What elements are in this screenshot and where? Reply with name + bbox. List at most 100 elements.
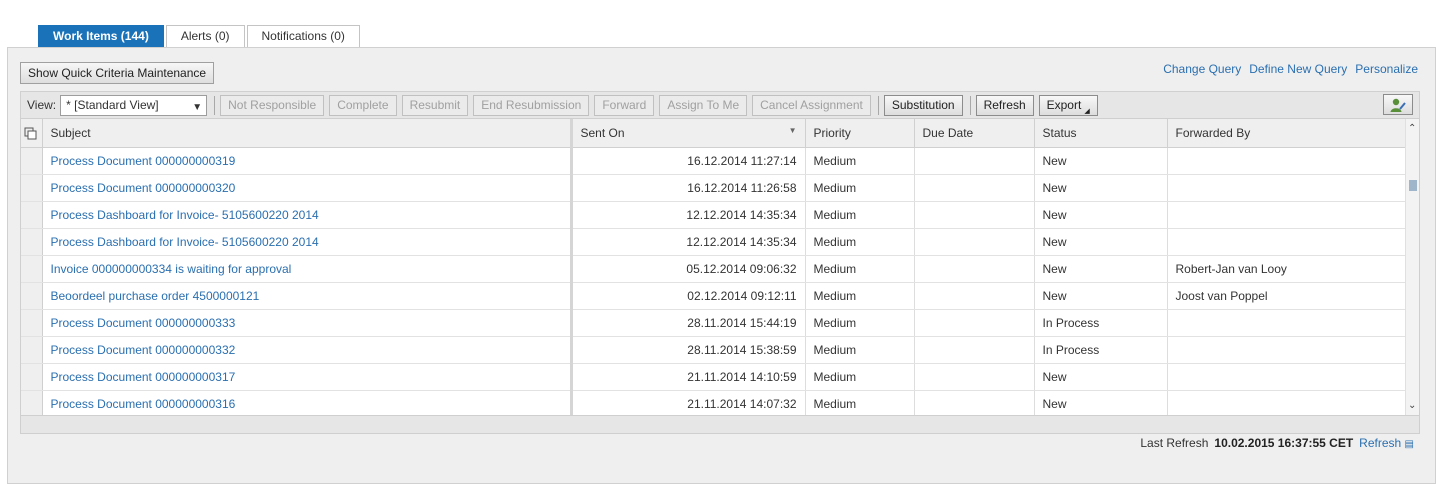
table-row[interactable]: Process Document 000000000333 28.11.2014 … xyxy=(21,309,1407,337)
cell-due-date xyxy=(914,228,1035,256)
row-selector[interactable] xyxy=(21,228,43,256)
cell-status: New xyxy=(1034,147,1168,175)
not-responsible-button[interactable]: Not Responsible xyxy=(220,94,325,116)
row-selector[interactable] xyxy=(21,336,43,364)
cell-status: New xyxy=(1034,390,1168,415)
assign-to-me-button[interactable]: Assign To Me xyxy=(659,94,748,116)
export-button[interactable]: Export ◢ xyxy=(1038,94,1098,116)
refresh-button[interactable]: Refresh xyxy=(975,94,1034,116)
refresh-link-label: Refresh xyxy=(1359,436,1402,450)
cell-sent-on: 16.12.2014 11:27:14 xyxy=(571,147,806,175)
table-row[interactable]: Process Document 000000000316 21.11.2014 … xyxy=(21,390,1407,415)
table-row[interactable]: Invoice 000000000334 is waiting for appr… xyxy=(21,255,1407,283)
row-selector[interactable] xyxy=(21,363,43,391)
row-selector[interactable] xyxy=(21,147,43,175)
row-selector[interactable] xyxy=(21,309,43,337)
table-row[interactable]: Beoordeel purchase order 4500000121 02.12… xyxy=(21,282,1407,310)
table-row[interactable]: Process Document 000000000317 21.11.2014 … xyxy=(21,363,1407,391)
cell-forwarded-by xyxy=(1167,228,1407,256)
cell-priority: Medium xyxy=(805,390,915,415)
personalize-person-icon[interactable] xyxy=(1383,94,1413,115)
cell-priority: Medium xyxy=(805,309,915,337)
column-header-forwarded-by[interactable]: Forwarded By xyxy=(1167,119,1407,148)
table-row[interactable]: Process Document 000000000332 28.11.2014 … xyxy=(21,336,1407,364)
cell-sent-on: 02.12.2014 09:12:11 xyxy=(571,282,806,310)
cell-sent-on: 28.11.2014 15:44:19 xyxy=(571,309,806,337)
change-query-link[interactable]: Change Query xyxy=(1163,62,1241,76)
cell-subject[interactable]: Process Document 000000000332 xyxy=(42,336,573,364)
forward-button[interactable]: Forward xyxy=(594,94,655,116)
cell-forwarded-by: Robert-Jan van Looy xyxy=(1167,255,1407,283)
scroll-down-icon[interactable]: ⌄ xyxy=(1408,400,1416,411)
row-selector[interactable] xyxy=(21,201,43,229)
cell-subject[interactable]: Process Dashboard for Invoice- 510560022… xyxy=(42,228,573,256)
cell-status: New xyxy=(1034,255,1168,283)
cell-due-date xyxy=(914,390,1035,415)
show-quick-criteria-button[interactable]: Show Quick Criteria Maintenance xyxy=(20,62,215,84)
column-header-status[interactable]: Status xyxy=(1034,119,1168,148)
resubmit-button[interactable]: Resubmit xyxy=(401,94,469,116)
cell-subject[interactable]: Process Document 000000000316 xyxy=(42,390,573,415)
cell-subject[interactable]: Process Dashboard for Invoice- 510560022… xyxy=(42,201,573,229)
cell-status: New xyxy=(1034,282,1168,310)
query-links: Change Query Define New Query Personaliz… xyxy=(1163,62,1418,76)
export-menu-icon: ◢ xyxy=(1084,107,1090,115)
vertical-scrollbar[interactable]: ⌃ ⌄ xyxy=(1405,119,1419,415)
cell-subject[interactable]: Process Document 000000000333 xyxy=(42,309,573,337)
cancel-assignment-button[interactable]: Cancel Assignment xyxy=(752,94,871,116)
cell-status: New xyxy=(1034,228,1168,256)
cell-forwarded-by xyxy=(1167,390,1407,415)
sort-descending-icon: ▼ xyxy=(788,125,797,135)
cell-subject[interactable]: Process Document 000000000320 xyxy=(42,174,573,202)
refresh-settings-icon[interactable]: ▤ xyxy=(1405,439,1414,450)
cell-subject[interactable]: Beoordeel purchase order 4500000121 xyxy=(42,282,573,310)
cell-sent-on: 21.11.2014 14:07:32 xyxy=(571,390,806,415)
cell-sent-on: 21.11.2014 14:10:59 xyxy=(571,363,806,391)
cell-priority: Medium xyxy=(805,228,915,256)
complete-button[interactable]: Complete xyxy=(329,94,397,116)
export-label: Export xyxy=(1046,97,1082,112)
refresh-link[interactable]: Refresh ▤ xyxy=(1359,436,1414,450)
tab-work-items[interactable]: Work Items (144) xyxy=(38,25,164,47)
last-refresh: Last Refresh 10.02.2015 16:37:55 CET Ref… xyxy=(1140,436,1414,450)
cell-subject[interactable]: Process Document 000000000317 xyxy=(42,363,573,391)
table-row[interactable]: Process Dashboard for Invoice- 510560022… xyxy=(21,201,1407,229)
column-header-priority[interactable]: Priority xyxy=(805,119,915,148)
row-selector[interactable] xyxy=(21,174,43,202)
end-resubmission-button[interactable]: End Resubmission xyxy=(473,94,590,116)
cell-forwarded-by: Joost van Poppel xyxy=(1167,282,1407,310)
scrollbar-thumb[interactable] xyxy=(1409,180,1417,191)
scroll-up-icon[interactable]: ⌃ xyxy=(1408,123,1416,134)
last-refresh-label: Last Refresh xyxy=(1140,436,1209,450)
column-header-sent-on[interactable]: Sent On ▼ xyxy=(571,119,806,148)
cell-sent-on: 12.12.2014 14:35:34 xyxy=(571,228,806,256)
column-select-icon[interactable] xyxy=(21,119,43,148)
tab-alerts[interactable]: Alerts (0) xyxy=(165,25,245,47)
table-row[interactable]: Process Dashboard for Invoice- 510560022… xyxy=(21,228,1407,256)
cell-subject[interactable]: Invoice 000000000334 is waiting for appr… xyxy=(42,255,573,283)
column-header-due-date[interactable]: Due Date xyxy=(914,119,1035,148)
table-row[interactable]: Process Document 000000000319 16.12.2014 … xyxy=(21,147,1407,175)
row-selector[interactable] xyxy=(21,282,43,310)
define-new-query-link[interactable]: Define New Query xyxy=(1249,62,1347,76)
toolbar-separator xyxy=(969,95,971,115)
cell-due-date xyxy=(914,174,1035,202)
tab-notifications[interactable]: Notifications (0) xyxy=(246,25,360,47)
cell-priority: Medium xyxy=(805,147,915,175)
substitution-button[interactable]: Substitution xyxy=(883,94,963,116)
row-selector[interactable] xyxy=(21,390,43,415)
cell-priority: Medium xyxy=(805,174,915,202)
personalize-link[interactable]: Personalize xyxy=(1355,62,1418,76)
dropdown-chevron-icon: ▼ xyxy=(192,101,203,113)
cell-forwarded-by xyxy=(1167,147,1407,175)
cell-status: In Process xyxy=(1034,309,1168,337)
row-selector[interactable] xyxy=(21,255,43,283)
cell-subject[interactable]: Process Document 000000000319 xyxy=(42,147,573,175)
column-header-subject[interactable]: Subject xyxy=(42,119,573,148)
view-select-value: * [Standard View] xyxy=(66,97,159,112)
cell-forwarded-by xyxy=(1167,201,1407,229)
view-select[interactable]: * [Standard View] ▼ xyxy=(60,94,208,116)
table-row[interactable]: Process Document 000000000320 16.12.2014 … xyxy=(21,174,1407,202)
toolbar-separator xyxy=(877,95,879,115)
table-footer xyxy=(20,416,1420,434)
